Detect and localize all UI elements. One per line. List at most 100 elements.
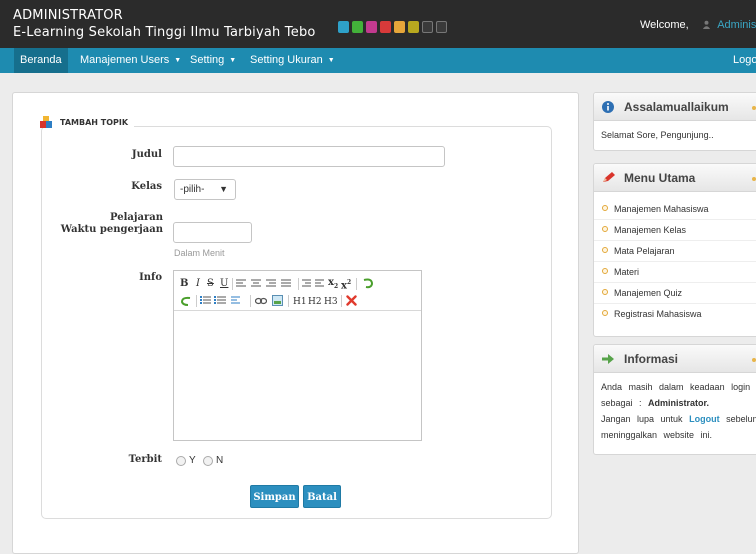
user-icon [702, 20, 710, 29]
info-text: Anda masih dalam keadaan login sebagai :… [594, 373, 756, 443]
chevron-down-icon: ▼ [219, 184, 228, 194]
main-menu-title: Menu Utama [624, 171, 696, 185]
nav-label: Logout [733, 54, 756, 66]
menu-item-label: Mata Pelajaran [614, 246, 675, 256]
radio-label-n: N [216, 455, 224, 466]
nav-manajemen-users[interactable]: Manajemen Users ▼ [80, 48, 181, 73]
welcome-area: Welcome, Administrator [640, 19, 756, 31]
toolbar-divider [250, 295, 251, 307]
theme-swatch[interactable] [380, 21, 391, 33]
welcome-label: Welcome, [640, 19, 689, 31]
app-title: ADMINISTRATOR [13, 8, 123, 23]
cancel-button[interactable]: Batal [303, 485, 341, 508]
toolbar-divider [232, 278, 233, 290]
collapse-dot-icon[interactable] [752, 177, 756, 181]
info-box: Informasi Anda masih dalam keadaan login… [593, 344, 756, 455]
theme-swatch[interactable] [338, 21, 349, 33]
info-rich-text-editor[interactable]: B I S U x2 x2 H1 H2 H3 [173, 270, 422, 441]
undo-icon[interactable] [180, 296, 192, 306]
chevron-down-icon: ▼ [229, 57, 237, 64]
menu-item-manajemen-kelas[interactable]: Manajemen Kelas [602, 225, 686, 235]
remove-format-icon[interactable] [346, 295, 357, 306]
list-icon[interactable] [200, 296, 244, 306]
greeting-box: Assalamuallaikum Selamat Sore, Pengunjun… [593, 92, 756, 151]
menu-item-materi[interactable]: Materi [602, 267, 639, 277]
blocks-icon [40, 116, 52, 128]
kelas-select[interactable]: -pilih- ▼ [174, 179, 236, 200]
bullet-icon [602, 289, 608, 295]
menu-item-manajemen-quiz[interactable]: Manajemen Quiz [602, 288, 682, 298]
theme-swatch[interactable] [352, 21, 363, 33]
info-title: Informasi [624, 352, 679, 366]
menu-item-registrasi-mahasiswa[interactable]: Registrasi Mahasiswa [602, 309, 702, 319]
menu-item-mata-pelajaran[interactable]: Mata Pelajaran [602, 246, 675, 256]
info-header: Informasi [594, 345, 756, 373]
collapse-dot-icon[interactable] [752, 106, 756, 110]
bullet-icon [602, 205, 608, 211]
indent-icon[interactable] [302, 279, 326, 289]
waktu-label: Waktu pengerjaan [60, 224, 163, 235]
radio-terbit-y[interactable] [176, 456, 186, 466]
radio-terbit-n[interactable] [203, 456, 213, 466]
nav-beranda[interactable]: Beranda [14, 48, 68, 73]
superscript-icon[interactable]: x2 [341, 277, 351, 292]
menu-item-label: Manajemen Mahasiswa [614, 204, 709, 214]
waktu-input[interactable] [173, 222, 252, 243]
terbit-label: Terbit [128, 454, 162, 465]
info-reminder-suffix: sebelum [726, 414, 756, 424]
bullet-icon [602, 226, 608, 232]
strikethrough-icon[interactable]: S [207, 278, 214, 290]
bullet-icon [602, 310, 608, 316]
theme-swatch[interactable] [408, 21, 419, 33]
pencil-icon [603, 172, 615, 182]
menu-divider [594, 282, 756, 283]
top-header: ADMINISTRATOR E-Learning Sekolah Tinggi … [0, 0, 756, 48]
user-name-link[interactable]: Administrator [717, 19, 756, 31]
info-label: Info [139, 272, 162, 283]
save-button[interactable]: Simpan [250, 485, 299, 508]
main-menu-box: Menu Utama Manajemen Mahasiswa Manajemen… [593, 163, 756, 337]
bold-icon[interactable]: B [180, 278, 188, 290]
greeting-header: Assalamuallaikum [594, 93, 756, 121]
heading-1-icon[interactable]: H1 [293, 296, 307, 308]
nav-label: Setting [190, 54, 225, 66]
underline-icon[interactable]: U [220, 278, 228, 290]
theme-swatch[interactable] [422, 21, 433, 33]
heading-2-icon[interactable]: H2 [308, 296, 322, 308]
nav-setting-ukuran[interactable]: Setting Ukuran ▼ [250, 48, 335, 73]
info-logout-link[interactable]: Logout [689, 414, 720, 424]
italic-icon[interactable]: I [196, 278, 200, 290]
toolbar-divider [196, 295, 197, 307]
link-icon[interactable] [255, 297, 267, 305]
nav-label: Setting Ukuran [250, 54, 323, 66]
form-legend-title: TAMBAH TOPIK [60, 117, 129, 127]
nav-label: Manajemen Users [80, 54, 170, 66]
greeting-title: Assalamuallaikum [624, 100, 729, 114]
collapse-dot-icon[interactable] [752, 358, 756, 362]
menu-item-manajemen-mahasiswa[interactable]: Manajemen Mahasiswa [602, 204, 709, 214]
theme-swatch[interactable] [366, 21, 377, 33]
menu-divider [594, 240, 756, 241]
form-legend: TAMBAH TOPIK [38, 116, 135, 128]
nav-setting[interactable]: Setting ▼ [190, 48, 236, 73]
toolbar-divider [298, 278, 299, 290]
theme-swatch[interactable] [394, 21, 405, 33]
redo-icon[interactable] [362, 277, 374, 289]
bullet-icon [602, 247, 608, 253]
heading-3-icon[interactable]: H3 [324, 296, 338, 308]
nav-logout[interactable]: Logout [733, 48, 756, 73]
kelas-select-value: -pilih- [180, 184, 205, 195]
menu-item-label: Manajemen Quiz [614, 288, 683, 298]
info-line-1: Anda masih dalam keadaan login [601, 382, 751, 392]
subscript-icon[interactable]: x2 [328, 277, 338, 293]
theme-swatch[interactable] [436, 21, 447, 33]
info-reminder: Jangan lupa untuk [601, 414, 683, 424]
judul-input[interactable] [173, 146, 445, 167]
align-left-icon[interactable] [236, 279, 296, 289]
greeting-text: Selamat Sore, Pengunjung.. [601, 130, 714, 140]
menu-divider [594, 219, 756, 220]
menu-item-label: Manajemen Kelas [614, 225, 687, 235]
theme-color-picker [338, 21, 447, 33]
image-icon[interactable] [272, 295, 283, 306]
info-role: Administrator. [648, 398, 710, 408]
